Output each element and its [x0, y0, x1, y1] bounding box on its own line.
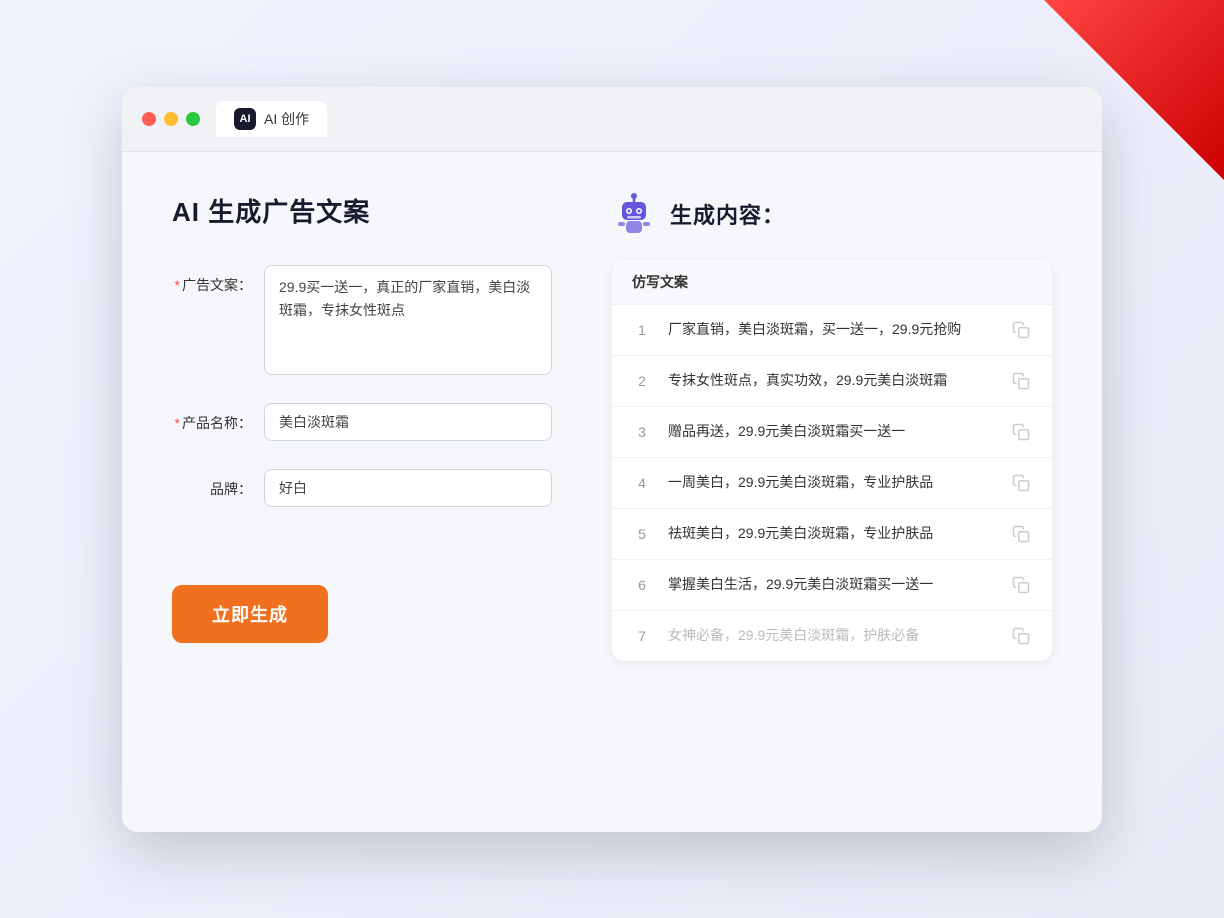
row-number: 5: [632, 526, 652, 542]
table-row: 2 专抹女性斑点，真实功效，29.9元美白淡斑霜: [612, 356, 1052, 407]
copy-icon[interactable]: [1010, 319, 1032, 341]
brand-label: 品牌：: [172, 469, 252, 499]
tab-label: AI 创作: [264, 109, 309, 129]
product-name-group: *产品名称：: [172, 403, 552, 441]
table-row: 5 祛斑美白，29.9元美白淡斑霜，专业护肤品: [612, 509, 1052, 560]
row-number: 4: [632, 475, 652, 491]
ad-copy-input[interactable]: 29.9买一送一，真正的厂家直销，美白淡斑霜，专抹女性斑点: [264, 265, 552, 375]
generate-button[interactable]: 立即生成: [172, 585, 328, 643]
required-star-2: *: [175, 415, 180, 431]
row-number: 2: [632, 373, 652, 389]
row-number: 6: [632, 577, 652, 593]
close-button[interactable]: [142, 112, 156, 126]
ad-copy-label: *广告文案：: [172, 265, 252, 295]
ad-copy-group: *广告文案： 29.9买一送一，真正的厂家直销，美白淡斑霜，专抹女性斑点: [172, 265, 552, 375]
result-table: 仿写文案 1 厂家直销，美白淡斑霜，买一送一，29.9元抢购 2 专抹女性斑点，真实…: [612, 260, 1052, 661]
title-bar: AI AI 创作: [122, 87, 1102, 152]
copy-icon[interactable]: [1010, 625, 1032, 647]
row-text: 厂家直销，美白淡斑霜，买一送一，29.9元抢购: [668, 319, 994, 340]
result-rows-container: 1 厂家直销，美白淡斑霜，买一送一，29.9元抢购 2 专抹女性斑点，真实功效，29…: [612, 305, 1052, 661]
row-text: 祛斑美白，29.9元美白淡斑霜，专业护肤品: [668, 523, 994, 544]
table-row: 7 女神必备，29.9元美白淡斑霜，护肤必备: [612, 611, 1052, 661]
row-number: 1: [632, 322, 652, 338]
table-row: 1 厂家直销，美白淡斑霜，买一送一，29.9元抢购: [612, 305, 1052, 356]
left-panel: AI 生成广告文案 *广告文案： 29.9买一送一，真正的厂家直销，美白淡斑霜，…: [172, 192, 552, 792]
traffic-lights: [142, 112, 200, 126]
page-title: AI 生成广告文案: [172, 192, 552, 229]
maximize-button[interactable]: [186, 112, 200, 126]
copy-icon[interactable]: [1010, 370, 1032, 392]
robot-icon: [612, 192, 656, 236]
row-text: 一周美白，29.9元美白淡斑霜，专业护肤品: [668, 472, 994, 493]
copy-icon[interactable]: [1010, 421, 1032, 443]
table-row: 3 赠品再送，29.9元美白淡斑霜买一送一: [612, 407, 1052, 458]
copy-icon[interactable]: [1010, 574, 1032, 596]
product-name-label: *产品名称：: [172, 403, 252, 433]
product-name-input[interactable]: [264, 403, 552, 441]
brand-group: 品牌：: [172, 469, 552, 507]
row-text: 女神必备，29.9元美白淡斑霜，护肤必备: [668, 625, 994, 646]
row-text: 掌握美白生活，29.9元美白淡斑霜买一送一: [668, 574, 994, 595]
table-header: 仿写文案: [612, 260, 1052, 305]
copy-icon[interactable]: [1010, 472, 1032, 494]
brand-input[interactable]: [264, 469, 552, 507]
ai-creation-tab[interactable]: AI AI 创作: [216, 101, 327, 137]
row-text: 赠品再送，29.9元美白淡斑霜买一送一: [668, 421, 994, 442]
main-content: AI 生成广告文案 *广告文案： 29.9买一送一，真正的厂家直销，美白淡斑霜，…: [122, 152, 1102, 832]
browser-window: AI AI 创作 AI 生成广告文案 *广告文案： 29.9买一送一，真正的厂家…: [122, 87, 1102, 832]
right-panel: 生成内容： 仿写文案 1 厂家直销，美白淡斑霜，买一送一，29.9元抢购 2 专抹女…: [612, 192, 1052, 792]
table-row: 6 掌握美白生活，29.9元美白淡斑霜买一送一: [612, 560, 1052, 611]
result-title: 生成内容：: [670, 198, 785, 230]
table-row: 4 一周美白，29.9元美白淡斑霜，专业护肤品: [612, 458, 1052, 509]
result-header: 生成内容：: [612, 192, 1052, 236]
required-star: *: [175, 277, 180, 293]
minimize-button[interactable]: [164, 112, 178, 126]
row-text: 专抹女性斑点，真实功效，29.9元美白淡斑霜: [668, 370, 994, 391]
row-number: 3: [632, 424, 652, 440]
tab-icon: AI: [234, 108, 256, 130]
copy-icon[interactable]: [1010, 523, 1032, 545]
row-number: 7: [632, 628, 652, 644]
